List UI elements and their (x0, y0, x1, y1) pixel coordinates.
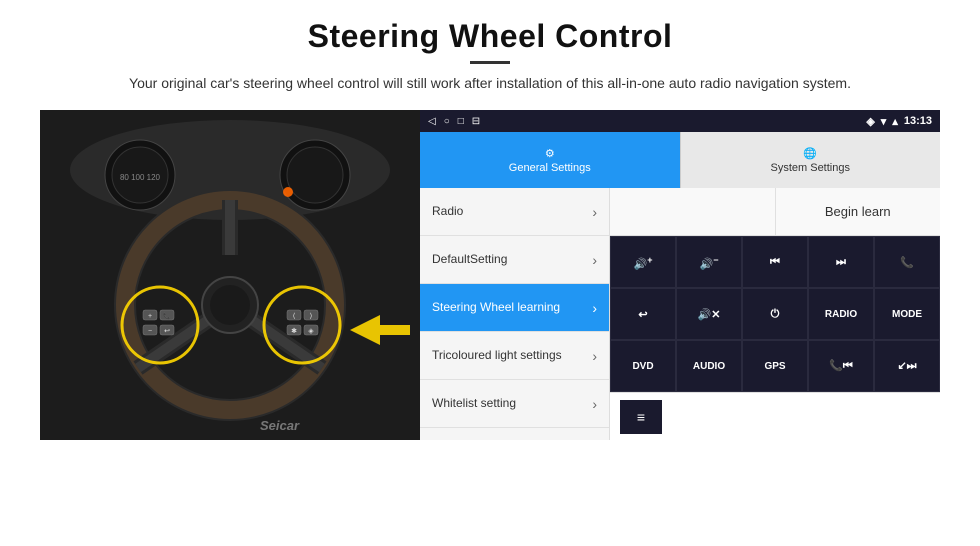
control-button-grid: 🔊+ 🔊− ⏮ ⏭ 📞 (610, 236, 940, 392)
chevron-icon: › (592, 204, 597, 220)
back-button[interactable]: ↩ (610, 288, 676, 340)
svg-text:+: + (148, 313, 152, 320)
dvd-label: DVD (632, 361, 653, 372)
tab-system-settings[interactable]: 🌐 System Settings (680, 132, 941, 188)
list-icon: ≡ (637, 409, 645, 425)
prev-track-button[interactable]: ⏮ (742, 236, 808, 288)
status-bar: ◁ ○ □ ⊟ ◈ ▾ ▴ 13:13 (420, 110, 940, 132)
svg-text:📞: 📞 (163, 312, 171, 320)
prev-icon: ⏮ (770, 256, 780, 269)
tab-system-label: System Settings (771, 162, 850, 174)
status-indicators: ◈ ▾ ▴ 13:13 (866, 115, 932, 128)
dvd-button[interactable]: DVD (610, 340, 676, 392)
content-bottom-row: ≡ (610, 392, 940, 440)
vol-up-icon: 🔊+ (634, 255, 653, 271)
tab-general-settings[interactable]: ⚙ General Settings (420, 132, 680, 188)
back-call-icon: ↩ (638, 308, 647, 321)
svg-text:80 100 120: 80 100 120 (120, 173, 161, 182)
nav-icons: ◁ ○ □ ⊟ (428, 116, 480, 127)
phone-icon: 📞 (900, 256, 914, 269)
next-icon: ⏭ (836, 256, 846, 269)
vol-down-icon: 🔊− (700, 255, 719, 271)
call-prev-button[interactable]: 📞⏮ (808, 340, 874, 392)
menu-item-radio[interactable]: Radio › (420, 188, 609, 236)
settings-menu: Radio › DefaultSetting › Steering Wheel … (420, 188, 610, 440)
svg-text:−: − (148, 328, 152, 335)
gps-label: GPS (764, 361, 785, 372)
settings-tabs[interactable]: ⚙ General Settings 🌐 System Settings (420, 132, 940, 188)
call-prev-icon: 📞⏮ (829, 359, 853, 373)
svg-text:◈: ◈ (308, 328, 314, 335)
gear-icon: ⚙ (545, 147, 555, 160)
menu-item-steering[interactable]: Steering Wheel learning › (420, 284, 609, 332)
home-nav-icon[interactable]: ○ (444, 116, 450, 127)
call-button[interactable]: 📞 (874, 236, 940, 288)
call-next-button[interactable]: ↙⏭ (874, 340, 940, 392)
chevron-icon: › (592, 252, 597, 268)
gps-button[interactable]: GPS (742, 340, 808, 392)
system-icon: 🌐 (803, 147, 817, 160)
recents-nav-icon[interactable]: □ (458, 116, 464, 127)
chevron-icon: › (592, 348, 597, 364)
content-top-row: Begin learn (610, 188, 940, 236)
mute-icon: 🔊✕ (698, 308, 721, 321)
menu-item-default[interactable]: DefaultSetting › (420, 236, 609, 284)
back-nav-icon[interactable]: ◁ (428, 116, 436, 127)
menu-tricolor-label: Tricoloured light settings (432, 348, 562, 364)
android-panel: ◁ ○ □ ⊟ ◈ ▾ ▴ 13:13 ⚙ General Settings (420, 110, 940, 440)
empty-input-box (610, 188, 776, 235)
menu-radio-label: Radio (432, 204, 463, 220)
menu-steering-label: Steering Wheel learning (432, 300, 560, 316)
settings-content: Begin learn 🔊+ 🔊− ⏮ (610, 188, 940, 440)
next-track-button[interactable]: ⏭ (808, 236, 874, 288)
power-button[interactable]: ⏻ (742, 288, 808, 340)
title-divider (470, 61, 510, 64)
audio-label: AUDIO (693, 361, 725, 372)
settings-main: Radio › DefaultSetting › Steering Wheel … (420, 188, 940, 440)
page-title: Steering Wheel Control (129, 18, 851, 55)
svg-text:⟨: ⟨ (293, 312, 296, 320)
steering-wheel-image: 80 100 120 (40, 110, 420, 440)
wifi-icon: ▾ (881, 115, 887, 128)
clock-display: 13:13 (904, 115, 932, 127)
mode-button[interactable]: MODE (874, 288, 940, 340)
menu-item-tricolor[interactable]: Tricoloured light settings › (420, 332, 609, 380)
chevron-icon: › (592, 396, 597, 412)
radio-label: RADIO (825, 309, 857, 320)
vol-down-button[interactable]: 🔊− (676, 236, 742, 288)
power-icon: ⏻ (771, 308, 780, 321)
svg-text:⟩: ⟩ (310, 312, 313, 320)
signal-icon: ▴ (892, 115, 898, 128)
menu-whitelist-label: Whitelist setting (432, 396, 516, 412)
svg-text:↩: ↩ (164, 328, 170, 335)
radio-button[interactable]: RADIO (808, 288, 874, 340)
call-next-icon: ↙⏭ (897, 359, 916, 373)
chevron-icon: › (592, 300, 597, 316)
vol-up-button[interactable]: 🔊+ (610, 236, 676, 288)
page-subtitle: Your original car's steering wheel contr… (129, 72, 851, 94)
begin-learn-button[interactable]: Begin learn (776, 188, 941, 235)
list-icon-button[interactable]: ≡ (620, 400, 662, 434)
menu-item-whitelist[interactable]: Whitelist setting › (420, 380, 609, 428)
menu-nav-icon[interactable]: ⊟ (472, 116, 480, 127)
mute-button[interactable]: 🔊✕ (676, 288, 742, 340)
svg-text:Seicar: Seicar (260, 418, 300, 433)
location-icon: ◈ (866, 115, 874, 128)
audio-button[interactable]: AUDIO (676, 340, 742, 392)
mode-label: MODE (892, 309, 922, 320)
svg-text:✱: ✱ (291, 327, 297, 335)
tab-general-label: General Settings (509, 162, 591, 174)
menu-default-label: DefaultSetting (432, 252, 507, 268)
